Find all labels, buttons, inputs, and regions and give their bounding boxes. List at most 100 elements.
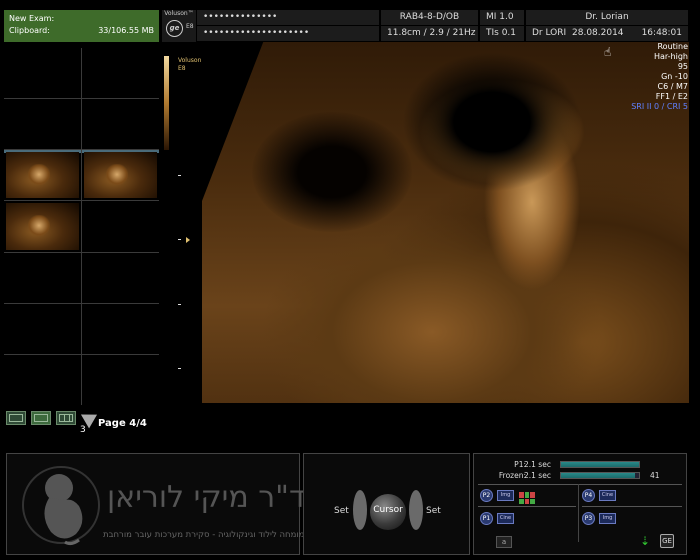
divider xyxy=(478,484,682,485)
clipboard-slot[interactable] xyxy=(4,303,81,354)
clipboard-slot[interactable] xyxy=(82,201,159,252)
preset-type: Img xyxy=(599,513,616,524)
probe-app: RAB4-8-D/OB xyxy=(381,10,478,25)
clipboard-slot[interactable] xyxy=(4,48,81,99)
printer-icon[interactable] xyxy=(519,492,535,504)
preset-id: P1 xyxy=(480,512,493,525)
clipboard-slot[interactable] xyxy=(4,354,81,405)
param-line: Routine xyxy=(657,42,688,51)
layout-quad-button[interactable] xyxy=(31,411,51,425)
p1-progress-fill xyxy=(561,462,639,467)
clipboard-slot[interactable] xyxy=(82,354,159,405)
physician-name: Dr. Lorian xyxy=(526,10,688,25)
clipboard-header: New Exam: Clipboard: 33/106.55 MB xyxy=(4,10,159,42)
preset-p4[interactable]: P4 Cine xyxy=(582,489,616,502)
clipboard-thumbnail[interactable] xyxy=(4,201,81,252)
a-key[interactable]: a xyxy=(496,536,512,548)
depth-tick xyxy=(178,368,181,369)
clipboard-slot[interactable] xyxy=(82,303,159,354)
frozen-progress-bar xyxy=(560,472,640,479)
cine-status-panel: P1: 2.1 sec Frozen: 2.1 sec 41 P2 Img P4… xyxy=(473,453,687,555)
depth-tick xyxy=(178,304,181,305)
mi-value: MI 1.0 xyxy=(480,10,524,25)
preset-p1[interactable]: P1 Cine xyxy=(480,512,514,525)
image-shadow xyxy=(402,52,582,192)
preset-p2[interactable]: P2 Img xyxy=(480,489,514,502)
divider xyxy=(582,506,682,507)
network-icon[interactable]: ⇣ xyxy=(640,534,654,548)
clipboard-thumbnail[interactable] xyxy=(4,150,81,201)
clipboard-label: Clipboard: xyxy=(9,26,50,35)
set-left-label[interactable]: Set xyxy=(334,506,349,516)
frozen-time: 2.1 sec xyxy=(524,471,551,480)
trackball-right-key[interactable] xyxy=(409,490,423,530)
divider xyxy=(578,484,579,542)
clipboard-thumbnail[interactable] xyxy=(82,150,159,201)
clipboard-slot[interactable] xyxy=(82,48,159,99)
param-line: Har-high xyxy=(653,52,688,61)
ultrasound-image[interactable] xyxy=(162,42,689,403)
scale-bar-logo: Voluson xyxy=(178,57,202,64)
frozen-label: Frozen: xyxy=(498,471,526,480)
image-parameters: Routine Har-high 95 Gn -10 C6 / M7 FF1 /… xyxy=(631,42,688,112)
preset-type: Cine xyxy=(599,490,616,501)
preset-id: P4 xyxy=(582,489,595,502)
clipboard-slot[interactable] xyxy=(4,252,81,303)
cursor-control-panel: Set Cursor Set xyxy=(303,453,470,555)
cursor-label: Cursor xyxy=(373,505,403,515)
hand-cursor-icon: ☝ xyxy=(604,45,612,59)
clipboard-size: 33/106.55 MB xyxy=(98,26,154,35)
tis-value: TIs 0.1 xyxy=(480,26,524,41)
voluson-logo-text: Voluson™ xyxy=(164,10,194,17)
preset-id: P3 xyxy=(582,512,595,525)
layout-grid-button[interactable] xyxy=(56,411,76,425)
clipboard-slot[interactable] xyxy=(4,99,81,150)
depth-tick xyxy=(178,239,181,240)
frozen-progress-fill xyxy=(561,473,636,478)
scale-bar-label: Voluson E8 xyxy=(178,57,201,73)
operator-name: Dr LORI xyxy=(526,26,566,41)
clipboard-slot[interactable] xyxy=(82,99,159,150)
clipboard-grid xyxy=(4,48,159,405)
page-indicator: Page 4/4 xyxy=(98,418,147,429)
branding-panel: ד"ר מיקי לוריאן מומחה לילוד וגינקולוגיה … xyxy=(6,453,305,555)
set-right-label[interactable]: Set xyxy=(426,506,441,516)
gray-scale-bar xyxy=(164,56,169,150)
doctor-brand-subtitle: מומחה לילוד וגינקולוגיה - סקירת מערכות ע… xyxy=(103,530,305,540)
patient-name: •••••••••••••• xyxy=(197,10,379,25)
exam-time: 16:48:01 xyxy=(626,26,688,41)
patient-id: •••••••••••••••••••• xyxy=(197,26,379,41)
layout-single-icon xyxy=(9,414,23,422)
ge-service-icon[interactable]: GE xyxy=(660,534,674,548)
fetus-logo-icon xyxy=(22,466,100,546)
layout-grid-icon xyxy=(59,414,73,422)
p1-progress-bar xyxy=(560,461,640,468)
image-shadow xyxy=(252,112,412,232)
param-line: C6 / M7 xyxy=(657,82,688,91)
clipboard-slot[interactable] xyxy=(82,252,159,303)
p1-label: P1: xyxy=(514,460,526,469)
ge-logo-icon: ge xyxy=(166,20,183,37)
frozen-frame-count: 41 xyxy=(650,471,660,480)
new-exam-label: New Exam: xyxy=(9,14,55,23)
depth-frequency: 11.8cm / 2.9 / 21Hz xyxy=(381,26,478,41)
preset-type: Cine xyxy=(497,513,514,524)
param-line: FF1 / E2 xyxy=(655,92,688,101)
preset-id: P2 xyxy=(480,489,493,502)
layout-quad-icon xyxy=(34,414,48,422)
p1-time: 2.1 sec xyxy=(524,460,551,469)
page-count: 3 xyxy=(80,425,86,435)
doctor-brand-name: ד"ר מיקי לוריאן xyxy=(107,480,306,515)
param-line: Gn -10 xyxy=(661,72,688,81)
preset-p3[interactable]: P3 Img xyxy=(582,512,616,525)
param-line: 95 xyxy=(677,62,688,71)
model-label: E8 xyxy=(186,23,194,30)
sri-cri-param: SRI II 0 / CRI 5 xyxy=(631,102,688,111)
layout-single-button[interactable] xyxy=(6,411,26,425)
scale-bar-model: E8 xyxy=(178,65,186,72)
depth-tick xyxy=(178,175,181,176)
focus-marker-icon xyxy=(186,237,190,243)
trackball-left-key[interactable] xyxy=(353,490,367,530)
exam-date: 28.08.2014 xyxy=(566,26,626,41)
preset-type: Img xyxy=(497,490,514,501)
